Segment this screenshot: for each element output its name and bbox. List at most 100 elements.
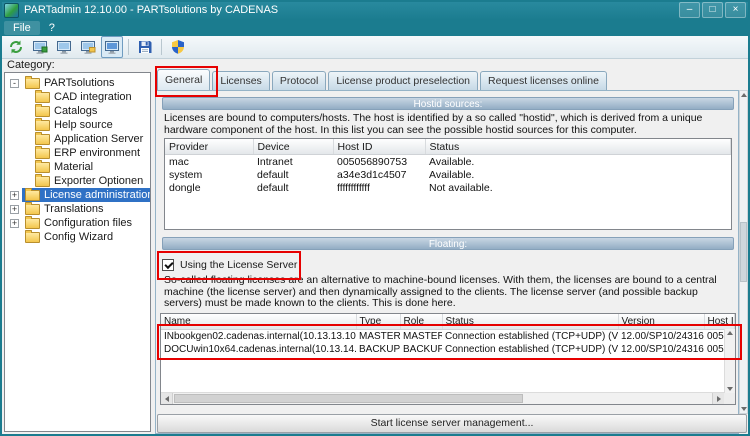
monitor-icon[interactable] <box>101 36 123 58</box>
cell-type[interactable]: BACKUP <box>356 343 400 356</box>
column-header-type[interactable]: Type <box>356 314 401 330</box>
admin-shield-icon[interactable] <box>167 36 189 58</box>
cell-device[interactable]: Intranet <box>253 155 333 169</box>
start-license-server-management-button[interactable]: Start license server management... <box>157 414 747 433</box>
expand-icon[interactable]: + <box>10 218 19 228</box>
cell-role[interactable]: BACKUP <box>400 343 442 356</box>
scroll-down-icon[interactable] <box>727 387 733 391</box>
cell-type[interactable]: MASTER <box>356 330 400 344</box>
tab-general[interactable]: General <box>157 69 211 90</box>
cell-version[interactable]: 12.00/SP10/243168 <box>618 343 704 356</box>
cell-provider[interactable]: system <box>165 168 253 181</box>
table-row-system[interactable]: system default a34e3d1c4507 Available. <box>165 168 731 181</box>
table-row-master-server[interactable]: INbookgen02.cadenas.internal(10.13.13.10… <box>161 330 735 344</box>
scroll-up-icon[interactable] <box>740 93 747 97</box>
column-header-status[interactable]: Status <box>442 314 619 330</box>
table-horizontal-scrollbar[interactable] <box>161 392 724 404</box>
tree-item-exporter-optionen[interactable]: Exporter Optionen <box>5 173 150 188</box>
cell-device[interactable]: default <box>253 181 333 194</box>
update-icon[interactable] <box>29 36 51 58</box>
cell-status[interactable]: Connection established (TCP+UDP) (V3) <box>442 330 618 344</box>
cell-status[interactable]: Connection established (TCP+UDP) (V3) <box>442 343 618 356</box>
maximize-icon[interactable]: □ <box>702 2 723 18</box>
window-title: PARTadmin 12.10.00 - PARTsolutions by CA… <box>24 4 279 16</box>
column-header-device[interactable]: Device <box>253 139 334 155</box>
license-server-checkbox[interactable] <box>162 258 174 271</box>
minimize-icon[interactable]: – <box>679 2 700 18</box>
cell-status[interactable]: Not available. <box>425 181 731 194</box>
cell-role[interactable]: MASTER <box>400 330 442 344</box>
column-header-version[interactable]: Version <box>618 314 705 330</box>
tree-item-label: Help source <box>54 119 113 131</box>
refresh-icon[interactable] <box>5 36 27 58</box>
table-row-dongle[interactable]: dongle default ffffffffffff Not availabl… <box>165 181 731 194</box>
menu-file[interactable]: File <box>4 21 40 35</box>
cell-host-id[interactable]: a34e3d1c4507 <box>333 168 425 181</box>
scrollbar-thumb[interactable] <box>740 222 747 282</box>
close-icon[interactable]: × <box>725 2 746 18</box>
cell-version[interactable]: 12.00/SP10/243168 <box>618 330 704 344</box>
tree-item-help-source[interactable]: Help source <box>5 117 150 132</box>
scroll-left-icon[interactable] <box>161 393 173 404</box>
cell-status[interactable]: Available. <box>425 168 731 181</box>
tree-item-cad-integration[interactable]: CAD integration <box>5 89 150 104</box>
tab-license-product-preselection[interactable]: License product preselection <box>328 71 479 90</box>
column-header-role[interactable]: Role <box>400 314 443 330</box>
tree-item-configuration-files[interactable]: + Configuration files <box>5 215 150 230</box>
license-server-checkbox-row: Using the License Server <box>162 257 297 272</box>
folder-icon <box>35 159 50 173</box>
vertical-scrollbar[interactable] <box>739 90 748 414</box>
collapse-icon[interactable]: - <box>10 78 19 88</box>
tab-strip: General Licenses Protocol License produc… <box>155 69 607 90</box>
cell-host-id[interactable]: 005056890753 <box>333 155 425 169</box>
scrollbar-thumb[interactable] <box>174 394 524 403</box>
folder-icon <box>35 173 50 187</box>
license-server-checkbox-label[interactable]: Using the License Server <box>180 259 297 271</box>
scroll-up-icon[interactable] <box>727 331 733 335</box>
general-tab-panel: Hostid sources: Licenses are bound to co… <box>155 90 739 434</box>
save-icon[interactable] <box>134 36 156 58</box>
tab-protocol[interactable]: Protocol <box>271 71 327 90</box>
tree-item-partsolutions[interactable]: - PARTsolutions <box>5 75 150 90</box>
license-server-table: Name Type Role Status Version Host ID IN… <box>160 313 736 405</box>
column-header-name[interactable]: Name <box>161 314 357 330</box>
table-vertical-scrollbar[interactable] <box>724 329 735 393</box>
tree-item-label: Translations <box>44 203 104 215</box>
cell-status[interactable]: Available. <box>425 155 731 169</box>
cell-provider[interactable]: dongle <box>165 181 253 194</box>
cell-provider[interactable]: mac <box>165 155 253 169</box>
tree-item-catalogs[interactable]: Catalogs <box>5 103 150 118</box>
transfer-icon[interactable] <box>77 36 99 58</box>
scroll-down-icon[interactable] <box>740 407 747 411</box>
tree-item-material[interactable]: Material <box>5 159 150 174</box>
tab-licenses[interactable]: Licenses <box>212 71 270 90</box>
folder-icon <box>25 215 40 229</box>
tree-item-translations[interactable]: + Translations <box>5 201 150 216</box>
expand-icon[interactable]: + <box>10 190 19 200</box>
menu-help[interactable]: ? <box>40 21 64 35</box>
column-header-provider[interactable]: Provider <box>165 139 254 155</box>
column-header-host-id[interactable]: Host ID <box>333 139 426 155</box>
titlebar: PARTadmin 12.10.00 - PARTsolutions by CA… <box>0 0 750 20</box>
column-header-status[interactable]: Status <box>425 139 731 155</box>
computer-icon[interactable] <box>53 36 75 58</box>
tree-item-label: Config Wizard <box>44 231 114 243</box>
tab-request-licenses-online[interactable]: Request licenses online <box>480 71 607 90</box>
menubar: File ? <box>0 20 750 36</box>
tree-item-config-wizard[interactable]: Config Wizard <box>5 229 150 244</box>
tree-item-license-administration[interactable]: + License administration <box>5 187 150 202</box>
cell-device[interactable]: default <box>253 168 333 181</box>
folder-icon <box>25 229 40 243</box>
tree-item-application-server[interactable]: Application Server <box>5 131 150 146</box>
expand-icon[interactable]: + <box>10 204 19 214</box>
tree-item-erp-environment[interactable]: ERP environment <box>5 145 150 160</box>
cell-name[interactable]: DOCUwin10x64.cadenas.internal(10.13.14.2… <box>161 343 356 356</box>
table-row-mac[interactable]: mac Intranet 005056890753 Available. <box>165 155 731 169</box>
folder-icon <box>35 103 50 117</box>
column-header-host-id[interactable]: Host ID <box>704 314 735 330</box>
scroll-right-icon[interactable] <box>712 393 724 404</box>
cell-host-id[interactable]: ffffffffffff <box>333 181 425 194</box>
hostid-table: Provider Device Host ID Status mac Intra… <box>164 138 732 230</box>
cell-name[interactable]: INbookgen02.cadenas.internal(10.13.13.10… <box>161 330 356 344</box>
table-row-backup-server[interactable]: DOCUwin10x64.cadenas.internal(10.13.14.2… <box>161 343 735 356</box>
